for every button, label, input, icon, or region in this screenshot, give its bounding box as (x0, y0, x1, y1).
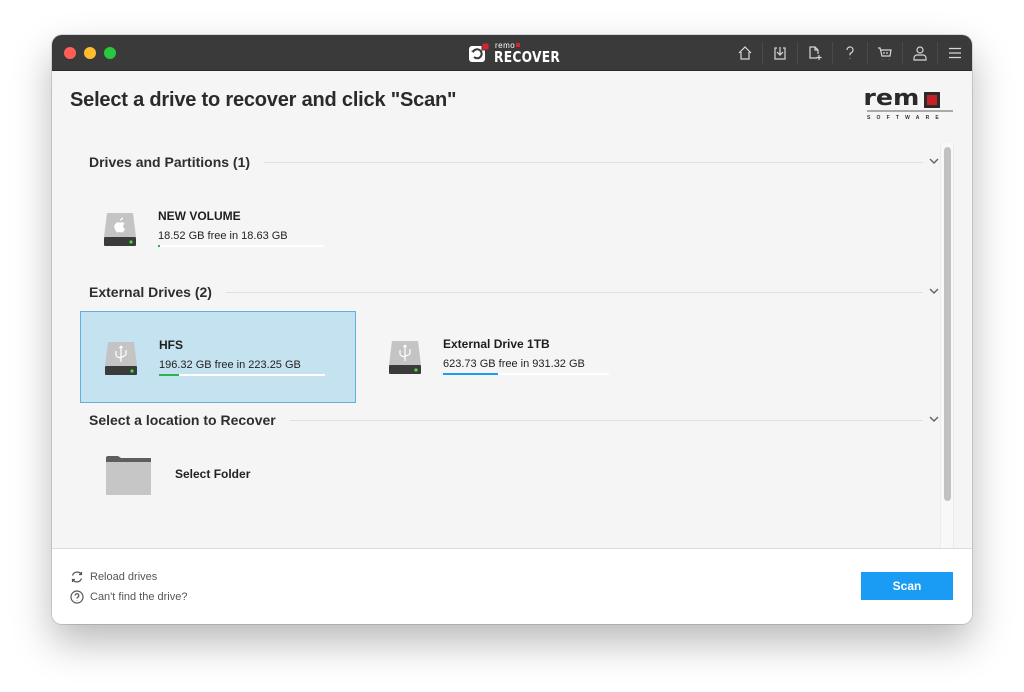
folder-icon (106, 456, 151, 495)
drive-item-external-1tb[interactable]: External Drive 1TB 623.73 GB free in 931… (365, 311, 641, 403)
page-title: Select a drive to recover and click "Sca… (70, 89, 457, 111)
select-folder-label: Select Folder (175, 467, 251, 481)
usb-drive-icon (389, 341, 421, 374)
scrollbar[interactable] (940, 143, 954, 549)
drive-usage-fill (443, 373, 498, 375)
new-file-icon (808, 46, 821, 60)
section-external-drives[interactable]: External Drives (2) (89, 282, 939, 302)
toolbar (727, 35, 972, 71)
reload-drives-link[interactable]: Reload drives (70, 570, 157, 584)
minimize-window-button[interactable] (84, 47, 96, 59)
cant-find-drive-link[interactable]: Can't find the drive? (70, 590, 188, 604)
drive-usage-fill (158, 245, 160, 247)
drive-size: 18.52 GB free in 18.63 GB (158, 230, 288, 242)
menu-icon (948, 47, 961, 59)
section-title: Select a location to Recover (89, 412, 276, 428)
usb-drive-icon (105, 342, 137, 375)
home-button[interactable] (727, 35, 762, 71)
chevron-down-icon[interactable] (929, 153, 939, 171)
chevron-down-icon[interactable] (929, 283, 939, 301)
cant-find-drive-label: Can't find the drive? (90, 591, 188, 603)
drive-name: External Drive 1TB (443, 337, 550, 351)
drive-name: NEW VOLUME (158, 209, 241, 223)
app-brand: remo RECOVER (468, 40, 575, 66)
recover-button[interactable] (762, 35, 797, 71)
scan-button[interactable]: Scan (861, 572, 953, 600)
select-folder-button[interactable]: Select Folder (106, 453, 306, 499)
section-drives-partitions[interactable]: Drives and Partitions (1) (89, 152, 939, 172)
logo-subtitle: SOFTWARE (867, 115, 945, 121)
remo-recover-logo-icon (469, 43, 490, 62)
title-bar: remo RECOVER (52, 35, 972, 71)
drive-item-new-volume[interactable]: NEW VOLUME 18.52 GB free in 18.63 GB (80, 183, 356, 275)
drive-usage-fill (159, 374, 179, 376)
brand-title: RECOVER (494, 47, 561, 66)
drive-item-hfs[interactable]: HFS 196.32 GB free in 223.25 GB (80, 311, 356, 403)
refresh-icon (71, 571, 83, 583)
chevron-down-icon[interactable] (929, 411, 939, 429)
cart-icon (877, 47, 892, 60)
new-file-button[interactable] (797, 35, 832, 71)
section-select-location[interactable]: Select a location to Recover (89, 410, 939, 430)
home-icon (738, 46, 751, 60)
reload-drives-label: Reload drives (90, 571, 158, 583)
logo-square-icon (923, 92, 940, 108)
user-icon (912, 46, 927, 61)
maximize-window-button[interactable] (104, 47, 116, 59)
close-window-button[interactable] (64, 47, 76, 59)
app-window: remo RECOVER Select a drive to recover a… (52, 35, 972, 624)
section-title: External Drives (2) (89, 284, 212, 300)
section-title: Drives and Partitions (1) (89, 154, 251, 170)
cart-button[interactable] (867, 35, 902, 71)
help-button[interactable] (832, 35, 867, 71)
remo-software-logo: rem SOFTWARE (863, 88, 955, 126)
recover-icon (773, 47, 786, 60)
drive-usage-bar (159, 374, 325, 376)
footer: Reload drives Can't find the drive? Scan (52, 548, 972, 624)
drive-size: 623.73 GB free in 931.32 GB (443, 358, 585, 370)
drive-name: HFS (159, 338, 183, 352)
drive-usage-bar (158, 245, 324, 247)
menu-button[interactable] (937, 35, 972, 71)
help-circle-icon (70, 590, 84, 604)
scrollbar-thumb[interactable] (944, 147, 951, 501)
apple-drive-icon (104, 213, 136, 246)
help-icon (845, 46, 854, 59)
account-button[interactable] (902, 35, 937, 71)
logo-word: rem (863, 86, 920, 111)
drive-size: 196.32 GB free in 223.25 GB (159, 359, 301, 371)
drive-usage-bar (443, 373, 609, 375)
